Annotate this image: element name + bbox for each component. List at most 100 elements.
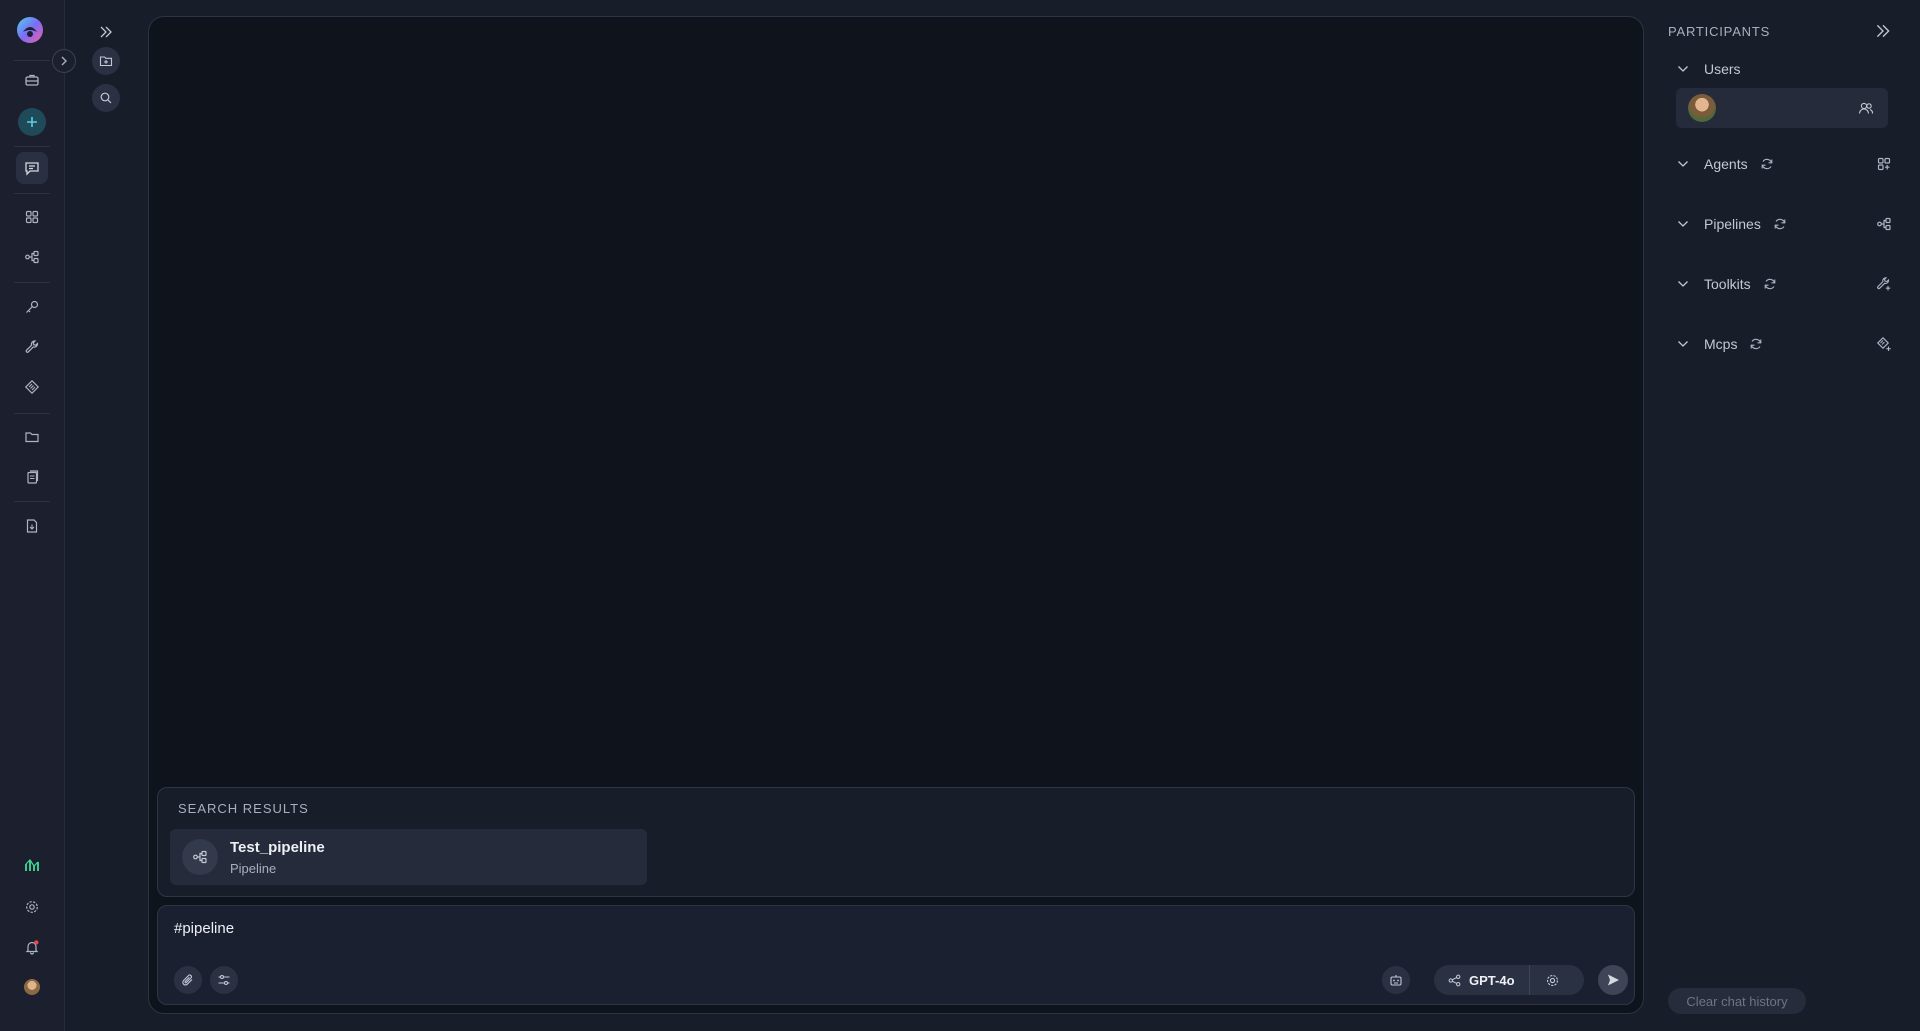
section-label: Mcps	[1704, 336, 1738, 352]
participants-panel: PARTICIPANTS Users Agents Pipelines Tool…	[1644, 0, 1920, 1031]
search-conversations-button[interactable]	[92, 84, 120, 112]
rail-item-datasources[interactable]	[16, 461, 48, 493]
plus-icon	[27, 117, 37, 127]
search-result-name: Test_pipeline	[230, 839, 325, 856]
add-toolkit-icon[interactable]	[1876, 276, 1892, 292]
rail-item-briefcase[interactable]	[16, 64, 48, 96]
bell-icon	[25, 940, 39, 955]
settings-sliders-button[interactable]	[210, 966, 238, 994]
section-agents[interactable]: Agents	[1676, 153, 1892, 175]
new-folder-button[interactable]	[92, 47, 120, 75]
send-button[interactable]	[1598, 965, 1628, 995]
chevron-down-icon	[1678, 221, 1688, 227]
refresh-icon[interactable]	[1773, 217, 1787, 231]
chevron-down-icon	[1678, 341, 1688, 347]
attach-button[interactable]	[174, 966, 202, 994]
section-users[interactable]: Users	[1676, 58, 1892, 80]
new-chat-button[interactable]	[18, 108, 46, 136]
rail-item-documents[interactable]	[16, 510, 48, 542]
files-icon	[27, 470, 39, 484]
pipeline-icon	[182, 839, 218, 875]
pipeline-icon	[25, 250, 39, 264]
rail-item-notifications[interactable]	[16, 931, 48, 963]
rail-item-agents[interactable]	[16, 201, 48, 233]
rail-divider	[14, 60, 50, 61]
gear-icon	[26, 901, 38, 913]
refresh-icon[interactable]	[1749, 337, 1763, 351]
search-results-title: SEARCH RESULTS	[178, 801, 309, 816]
refresh-icon[interactable]	[1763, 277, 1777, 291]
monitoring-icon	[25, 859, 39, 871]
model-name: GPT-4o	[1469, 972, 1515, 988]
section-label: Toolkits	[1704, 276, 1751, 292]
refresh-icon[interactable]	[1760, 157, 1774, 171]
paperclip-icon	[182, 974, 193, 986]
app-logo[interactable]	[16, 16, 44, 44]
user-card[interactable]	[1676, 88, 1888, 128]
section-label: Users	[1704, 61, 1741, 77]
expand-conversations-button[interactable]	[92, 18, 120, 46]
section-mcps[interactable]: Mcps	[1676, 333, 1892, 355]
folder-icon	[25, 432, 39, 443]
search-results-popup: SEARCH RESULTS Test_pipeline Pipeline	[157, 787, 1635, 897]
double-chevron-right-icon	[100, 26, 112, 38]
rail-item-chat[interactable]	[16, 152, 48, 184]
double-chevron-right-icon	[1876, 24, 1890, 38]
robot-icon	[1390, 975, 1402, 986]
section-toolkits[interactable]: Toolkits	[1676, 273, 1892, 295]
gear-icon	[1546, 974, 1559, 986]
avatar	[1688, 94, 1716, 122]
chevron-down-icon	[1678, 161, 1688, 167]
add-mcp-icon[interactable]	[1876, 336, 1892, 352]
rail-divider	[14, 501, 50, 502]
message-input[interactable]	[174, 920, 1374, 937]
briefcase-icon	[25, 74, 39, 86]
message-composer: GPT-4o	[157, 905, 1635, 1005]
rail-divider	[14, 193, 50, 194]
model-settings-button[interactable]	[1530, 965, 1576, 995]
clear-chat-history-button[interactable]: Clear chat history	[1668, 988, 1806, 1014]
collapse-participants-button[interactable]	[1874, 22, 1894, 42]
rail-item-credentials[interactable]	[16, 291, 48, 323]
key-icon	[26, 300, 39, 313]
model-select-button[interactable]: GPT-4o	[1434, 965, 1530, 995]
section-label: Agents	[1704, 156, 1748, 172]
send-icon	[1608, 974, 1619, 986]
rail-item-pipelines[interactable]	[16, 241, 48, 273]
rail-item-toolkits[interactable]	[16, 331, 48, 363]
rail-divider	[14, 282, 50, 283]
rail-item-monitoring[interactable]	[16, 849, 48, 881]
mcp-icon	[24, 379, 40, 395]
rail-item-mcps[interactable]	[16, 371, 48, 403]
share-nodes-icon	[1448, 974, 1461, 986]
rail-divider	[14, 146, 50, 147]
rail-item-settings[interactable]	[16, 891, 48, 923]
section-label: Pipelines	[1704, 216, 1761, 232]
participants-title: PARTICIPANTS	[1668, 24, 1771, 39]
expand-sidebar-button[interactable]	[52, 49, 76, 73]
chevron-right-icon	[61, 56, 67, 66]
search-icon	[100, 92, 112, 104]
search-result-item[interactable]: Test_pipeline Pipeline	[170, 829, 647, 885]
search-result-type: Pipeline	[230, 861, 277, 876]
left-rail	[0, 0, 76, 1031]
rail-divider	[14, 413, 50, 414]
folder-add-icon	[99, 56, 113, 67]
model-selector: GPT-4o	[1434, 965, 1584, 995]
add-pipeline-icon[interactable]	[1876, 216, 1892, 232]
chevron-down-icon	[1678, 66, 1688, 72]
chat-panel: SEARCH RESULTS Test_pipeline Pipeline GP…	[148, 16, 1644, 1014]
chevron-down-icon	[1678, 281, 1688, 287]
conversation-mini-column	[65, 0, 148, 1031]
chat-icon	[25, 162, 39, 176]
sliders-icon	[218, 974, 230, 986]
wrench-icon	[25, 340, 39, 353]
users-icon[interactable]	[1858, 100, 1874, 116]
agent-select-button[interactable]	[1382, 966, 1410, 994]
avatar[interactable]	[24, 979, 40, 995]
grid-icon	[25, 210, 39, 224]
rail-item-artifacts[interactable]	[16, 421, 48, 453]
add-agent-icon[interactable]	[1876, 156, 1892, 172]
document-icon	[26, 519, 38, 533]
section-pipelines[interactable]: Pipelines	[1676, 213, 1892, 235]
